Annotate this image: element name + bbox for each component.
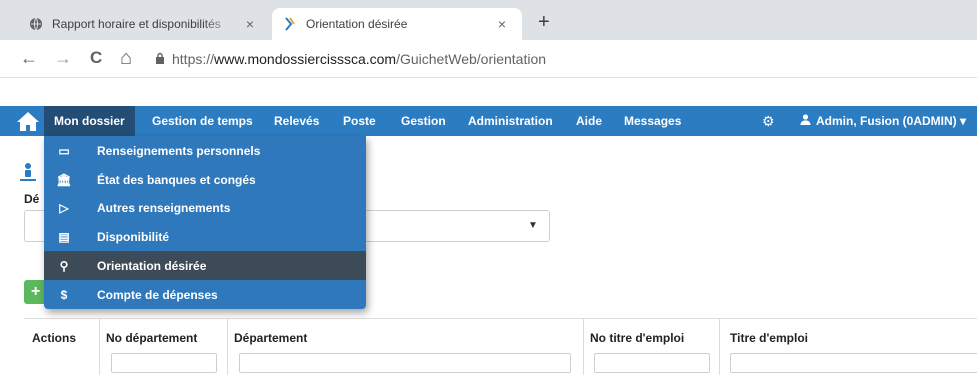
- nav-gestion[interactable]: Gestion: [401, 106, 446, 136]
- tab-close-icon[interactable]: ×: [492, 16, 512, 32]
- column-header[interactable]: No département: [106, 331, 197, 345]
- url-scheme: https://: [172, 51, 215, 67]
- menu-item-autres-renseignements[interactable]: ▷ Autres renseignements: [44, 193, 366, 222]
- nav-poste[interactable]: Poste: [343, 106, 376, 136]
- nav-releves[interactable]: Relevés: [274, 106, 319, 136]
- menu-item-label: Renseignements personnels: [97, 143, 261, 158]
- column-header[interactable]: Actions: [32, 331, 76, 345]
- filter-titre-emploi-input[interactable]: [730, 353, 977, 373]
- back-icon[interactable]: ←: [20, 48, 38, 68]
- bank-icon: 🏛: [56, 172, 72, 187]
- departement-label: Dé: [24, 192, 40, 206]
- browser-window: Rapport horaire et disponibilités × Orie…: [0, 0, 977, 375]
- column-header[interactable]: Titre d'emploi: [730, 331, 808, 345]
- mon-dossier-dropdown: ▭ Renseignements personnels 🏛 État des b…: [44, 136, 366, 309]
- tab-rapport-horaire[interactable]: Rapport horaire et disponibilités ×: [18, 8, 270, 40]
- url-host: www.mondossiercisssca.com: [214, 51, 397, 67]
- filter-no-departement-input[interactable]: [111, 353, 217, 373]
- menu-item-compte-depenses[interactable]: $ Compte de dépenses: [44, 280, 366, 309]
- forward-icon[interactable]: →: [54, 48, 72, 68]
- tab-title: Rapport horaire et disponibilités: [52, 17, 221, 31]
- chevron-down-icon: ▾: [960, 114, 967, 128]
- column-titre-emploi: Titre d'emploi: [720, 319, 977, 375]
- id-card-icon: ▭: [58, 143, 70, 158]
- column-departement: Département: [228, 319, 584, 375]
- column-no-departement: No département: [100, 319, 228, 375]
- tab-bar: Rapport horaire et disponibilités × Orie…: [0, 0, 977, 40]
- folder-open-icon: ▷: [59, 200, 69, 215]
- menu-item-renseignements-personnels[interactable]: ▭ Renseignements personnels: [44, 136, 366, 165]
- user-icon: [800, 106, 811, 136]
- nav-mon-dossier[interactable]: Mon dossier: [44, 106, 135, 136]
- user-menu[interactable]: Admin, Fusion (0ADMIN) ▾: [800, 106, 966, 136]
- home-icon[interactable]: ⌂: [120, 48, 132, 68]
- column-actions: Actions: [24, 319, 100, 375]
- tab-title: Orientation désirée: [306, 17, 408, 31]
- new-tab-button[interactable]: +: [538, 12, 550, 32]
- browser-toolbar: ← → C ⌂ https://www.mondossiercisssca.co…: [0, 40, 977, 78]
- menu-item-orientation-desiree[interactable]: ⚲ Orientation désirée: [44, 251, 366, 280]
- dollar-icon: $: [60, 287, 68, 302]
- caret-down-icon: ▼: [528, 220, 538, 231]
- nav-messages[interactable]: Messages: [624, 106, 681, 136]
- filter-departement-input[interactable]: [239, 353, 571, 373]
- cogs-icon[interactable]: ⚙: [762, 113, 775, 130]
- address-bar[interactable]: https://www.mondossiercisssca.com/Guiche…: [172, 51, 546, 67]
- app-navbar: Mon dossier Gestion de temps Relevés Pos…: [0, 106, 977, 136]
- menu-item-label: Orientation désirée: [97, 258, 207, 273]
- filter-no-titre-emploi-input[interactable]: [594, 353, 710, 373]
- spacer: [0, 78, 977, 106]
- column-header[interactable]: No titre d'emploi: [590, 331, 684, 345]
- menu-item-label: Autres renseignements: [97, 200, 231, 215]
- nav-administration[interactable]: Administration: [468, 106, 553, 136]
- home-icon[interactable]: [16, 110, 40, 132]
- nav-aide[interactable]: Aide: [576, 106, 602, 136]
- tab-orientation[interactable]: Orientation désirée ×: [272, 8, 522, 40]
- lock-icon[interactable]: [155, 52, 165, 65]
- site-favicon-icon: [282, 16, 298, 32]
- orientation-page-icon: [20, 163, 36, 181]
- menu-item-label: Disponibilité: [97, 229, 169, 244]
- column-header[interactable]: Département: [234, 331, 307, 345]
- menu-item-disponibilite[interactable]: ▤ Disponibilité: [44, 222, 366, 251]
- column-no-titre-emploi: No titre d'emploi: [584, 319, 720, 375]
- tab-close-icon[interactable]: ×: [240, 16, 260, 32]
- globe-icon: [28, 16, 44, 32]
- list-icon: ▤: [58, 229, 70, 244]
- reload-icon[interactable]: C: [90, 48, 102, 68]
- menu-item-label: Compte de dépenses: [97, 287, 218, 302]
- compass-person-icon: ⚲: [59, 258, 69, 273]
- url-path: /GuichetWeb/orientation: [396, 51, 547, 67]
- user-name: Admin, Fusion (0ADMIN): [816, 114, 957, 128]
- menu-item-etat-banques-conges[interactable]: 🏛 État des banques et congés: [44, 165, 366, 194]
- nav-gestion-de-temps[interactable]: Gestion de temps: [152, 106, 253, 136]
- menu-item-label: État des banques et congés: [97, 172, 256, 187]
- orientation-table: Actions No département Département No ti…: [24, 318, 977, 375]
